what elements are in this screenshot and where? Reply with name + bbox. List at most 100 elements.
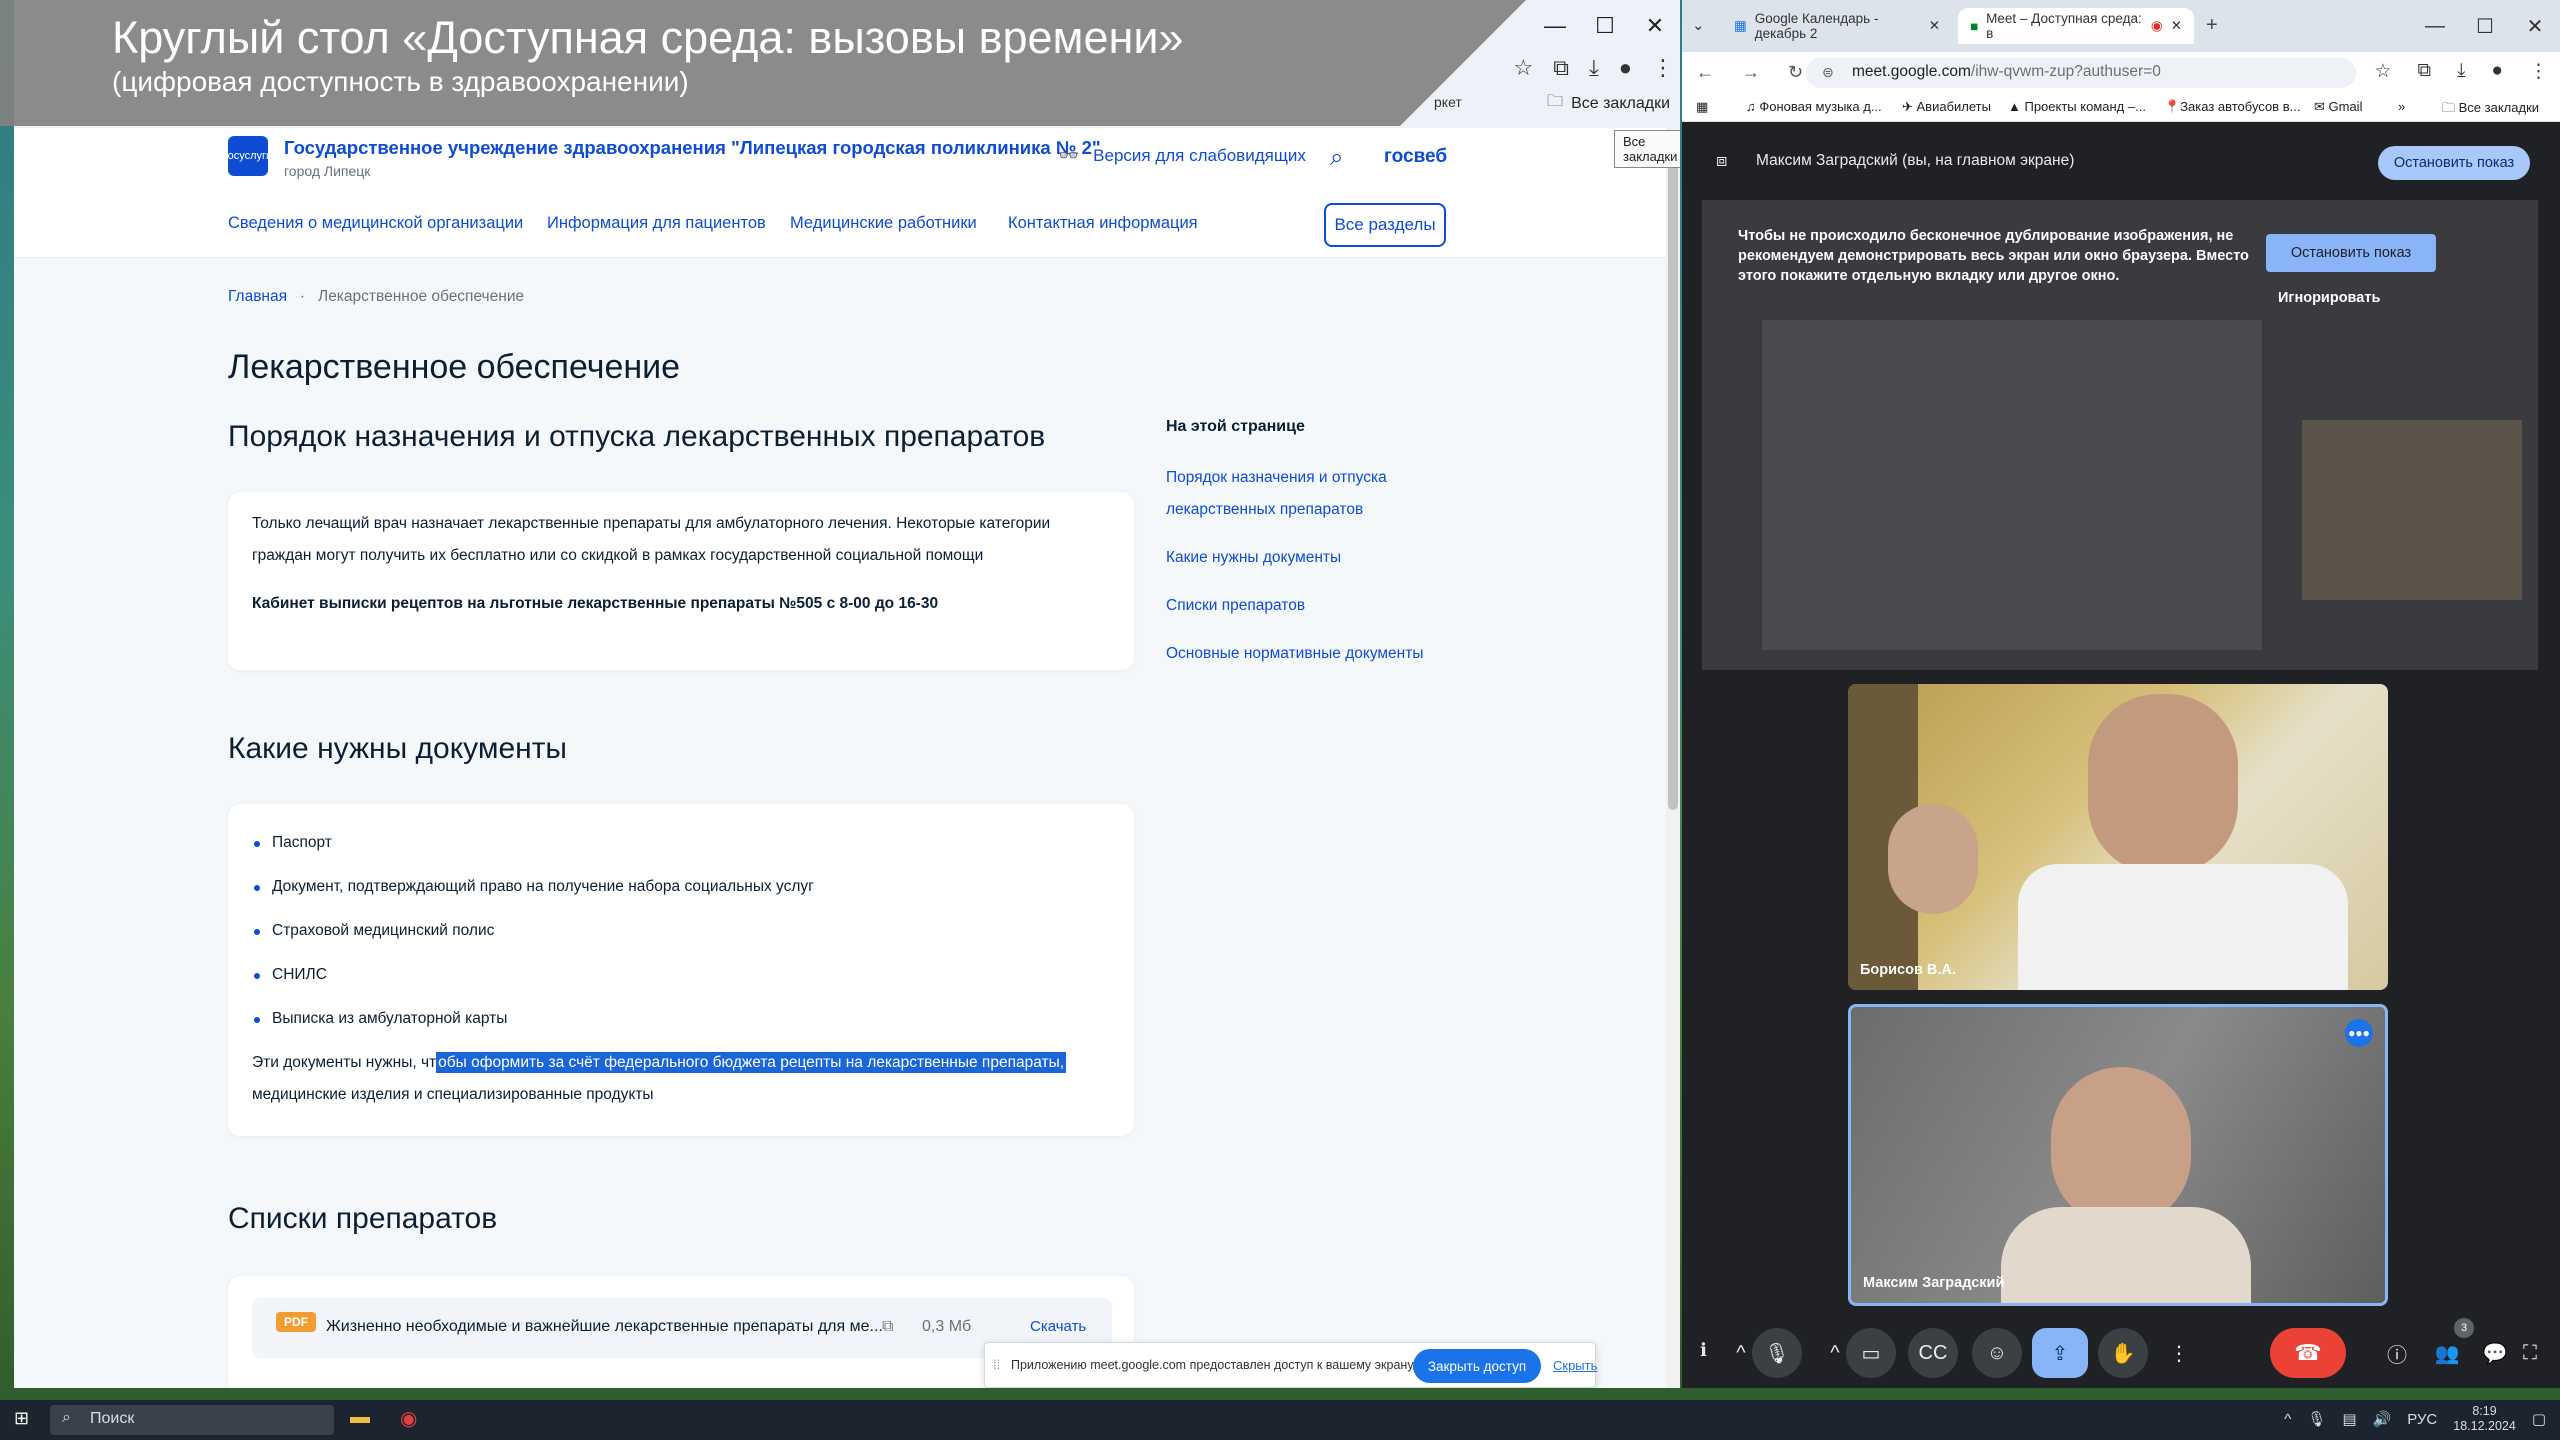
site-info-icon[interactable]: ⊜ (1822, 64, 1834, 81)
extensions-icon[interactable]: ⧉ (2418, 60, 2432, 83)
more-options-icon[interactable]: ⋮ (2154, 1328, 2204, 1378)
presenting-bar: ⧈ Максим Заградский (вы, на главном экра… (1682, 122, 2560, 202)
network-icon[interactable]: ▤ (2342, 1410, 2356, 1428)
participant-tile-active[interactable]: ●●● Максим Заградский (1848, 1004, 2388, 1306)
chrome-icon[interactable]: ◉ (400, 1406, 417, 1431)
microphone-icon[interactable]: 🎙 (1752, 1328, 1802, 1378)
forward-icon[interactable]: → (1742, 62, 1760, 83)
all-sections-button[interactable]: Все разделы (1324, 203, 1446, 247)
star-icon[interactable]: ☆ (1514, 55, 1534, 81)
tray-chevron-icon[interactable]: ^ (2284, 1411, 2291, 1428)
list-item: СНИЛС (254, 966, 327, 983)
stop-presenting-button[interactable]: Остановить показ (2378, 146, 2530, 180)
list-item: Выписка из амбулаторной карты (253, 1010, 508, 1027)
toc-item-order[interactable]: Порядок назначения и отпуска лекарственн… (1166, 462, 1466, 526)
extensions-icon[interactable]: ⧉ (1553, 55, 1569, 81)
info-letter-icon[interactable]: ℹ (1700, 1340, 1707, 1361)
taskbar: ⊞ ⌕ Поиск ▬ ◉ ^ 🎙 ▤ 🔊 РУС 8:19 18.12.202… (0, 1400, 2560, 1440)
minimize-button[interactable]: — (2410, 4, 2460, 48)
all-bookmarks-button[interactable]: 🗀 Все закладки (1547, 90, 1670, 117)
pdf-file-row[interactable]: PDF Жизненно необходимые и важнейшие лек… (252, 1298, 1112, 1358)
accessibility-link[interactable]: 👓 Версия для слабовидящих (1058, 146, 1306, 166)
close-window-button[interactable]: ✕ (2510, 4, 2560, 48)
back-icon[interactable]: ← (1696, 62, 1714, 83)
toc-item-documents[interactable]: Какие нужны документы (1166, 542, 1466, 574)
meeting-details-icon[interactable]: ⓘ (2372, 1328, 2422, 1378)
windows-start-icon[interactable]: ⊞ (14, 1408, 29, 1429)
taskbar-search[interactable]: ⌕ Поиск (50, 1405, 334, 1435)
menu-icon[interactable]: ⋮ (1652, 55, 1674, 81)
bookmark-item[interactable]: 📍Заказ автобусов в... (2164, 99, 2300, 115)
apps-icon[interactable]: ▦ (1696, 99, 1708, 115)
participant-video-left (1888, 804, 1978, 914)
bookmark-fragment[interactable]: ркет (1434, 94, 1462, 110)
drag-handle-icon[interactable]: ⁞⁞ (993, 1357, 1000, 1372)
reload-icon[interactable]: ↻ (1788, 62, 1803, 83)
tab-search-icon[interactable]: ⌄ (1692, 16, 1705, 34)
maximize-button[interactable]: ☐ (2460, 4, 2510, 48)
maximize-button[interactable]: ☐ (1580, 4, 1630, 48)
search-icon[interactable]: ⌕ (1330, 144, 1343, 172)
minimize-button[interactable]: — (1530, 4, 1580, 48)
camera-icon[interactable]: ▭ (1846, 1328, 1896, 1378)
file-explorer-icon[interactable]: ▬ (350, 1406, 370, 1429)
nav-item-contacts[interactable]: Контактная информация (1008, 214, 1198, 233)
breadcrumb-home[interactable]: Главная (228, 288, 287, 305)
preview-page-thumbnail (1762, 320, 2262, 650)
download-link[interactable]: Скачать (1030, 1318, 1086, 1335)
tab-calendar[interactable]: ▦ Google Календарь - декабрь 2 ✕ (1722, 8, 1952, 44)
org-name[interactable]: Государственное учреждение здравоохранен… (284, 137, 1101, 159)
url-field[interactable]: meet.google.com/ihw-qvwm-zup?authuser=0 (1806, 58, 2356, 88)
activities-icon[interactable]: ⛶ (2510, 1328, 2550, 1378)
site-logo[interactable]: госуслуги (224, 136, 272, 176)
clock[interactable]: 8:19 18.12.2024 (2453, 1404, 2516, 1434)
profile-avatar[interactable]: ● (1619, 55, 1632, 81)
new-tab-icon[interactable]: + (2206, 14, 2218, 37)
stop-sharing-button[interactable]: Закрыть доступ (1413, 1349, 1541, 1383)
end-call-button[interactable]: ☎ (2270, 1328, 2346, 1378)
url-host: meet.google.com (1852, 63, 1971, 80)
raise-hand-icon[interactable]: ✋ (2098, 1328, 2148, 1378)
pdf-file-name[interactable]: Жизненно необходимые и важнейшие лекарст… (326, 1318, 883, 1336)
gosweb-logo[interactable]: госвеб (1384, 146, 1447, 168)
language-indicator[interactable]: РУС (2407, 1411, 2437, 1428)
emoji-icon[interactable]: ☺ (1972, 1328, 2022, 1378)
close-window-button[interactable]: ✕ (1630, 4, 1680, 48)
tab-meet[interactable]: ■ Meet – Доступная среда: в ◉ ✕ (1958, 8, 2194, 44)
toc-item-regulations[interactable]: Основные нормативные документы (1166, 638, 1466, 670)
profile-avatar[interactable]: ● (2492, 60, 2503, 83)
bookmark-item[interactable]: ♫ Фоновая музыка д... (1746, 99, 1882, 114)
menu-icon[interactable]: ⋮ (2529, 60, 2548, 83)
close-tab-icon[interactable]: ✕ (1929, 18, 1940, 34)
captions-icon[interactable]: CC (1908, 1328, 1958, 1378)
star-icon[interactable]: ☆ (2374, 60, 2391, 83)
nav-item-staff[interactable]: Медицинские работники (790, 214, 977, 233)
nav-item-org-info[interactable]: Сведения о медицинской организации (228, 214, 523, 233)
toolbar-right: ☆ ⧉ ⤓ ● ⋮ (1514, 48, 1674, 88)
notifications-icon[interactable]: ▢ (2532, 1410, 2546, 1428)
volume-icon[interactable]: 🔊 (2373, 1410, 2392, 1428)
toc-item-lists[interactable]: Списки препаратов (1166, 590, 1466, 622)
nav-item-patients[interactable]: Информация для пациентов (547, 214, 766, 233)
close-tab-icon[interactable]: ✕ (2171, 18, 2182, 34)
participant-tile[interactable]: Борисов В.А. (1848, 684, 2388, 990)
drive-icon: ▲ (2008, 99, 2025, 114)
search-placeholder: Поиск (90, 1410, 135, 1427)
preview-stop-button[interactable]: Остановить показ (2266, 234, 2436, 272)
pdf-badge: PDF (276, 1312, 316, 1332)
hide-share-bar-link[interactable]: Скрыть (1553, 1358, 1597, 1373)
sweater (2001, 1207, 2251, 1303)
bookmark-item[interactable]: ✉ Gmail (2314, 99, 2362, 115)
scrollbar-thumb[interactable] (1668, 160, 1678, 810)
bookmark-item[interactable]: ✈ Авиабилеты (1902, 99, 1991, 115)
preview-icon[interactable]: ⧉ (882, 1318, 893, 1336)
download-icon[interactable]: ⤓ (2457, 60, 2465, 83)
download-icon[interactable]: ⤓ (1589, 55, 1599, 81)
more-bookmarks-icon[interactable]: » (2398, 99, 2405, 114)
all-bookmarks-button[interactable]: 🗀 Все закладки (2442, 99, 2539, 121)
bookmark-item[interactable]: ▲ Проекты команд –... (2008, 99, 2146, 114)
site-nav: Сведения о медицинской организации Инфор… (14, 194, 1680, 258)
present-icon[interactable]: ⇪ (2032, 1328, 2088, 1378)
preview-ignore-button[interactable]: Игнорировать (2278, 290, 2380, 306)
mic-tray-icon[interactable]: 🎙 (2307, 1410, 2326, 1428)
